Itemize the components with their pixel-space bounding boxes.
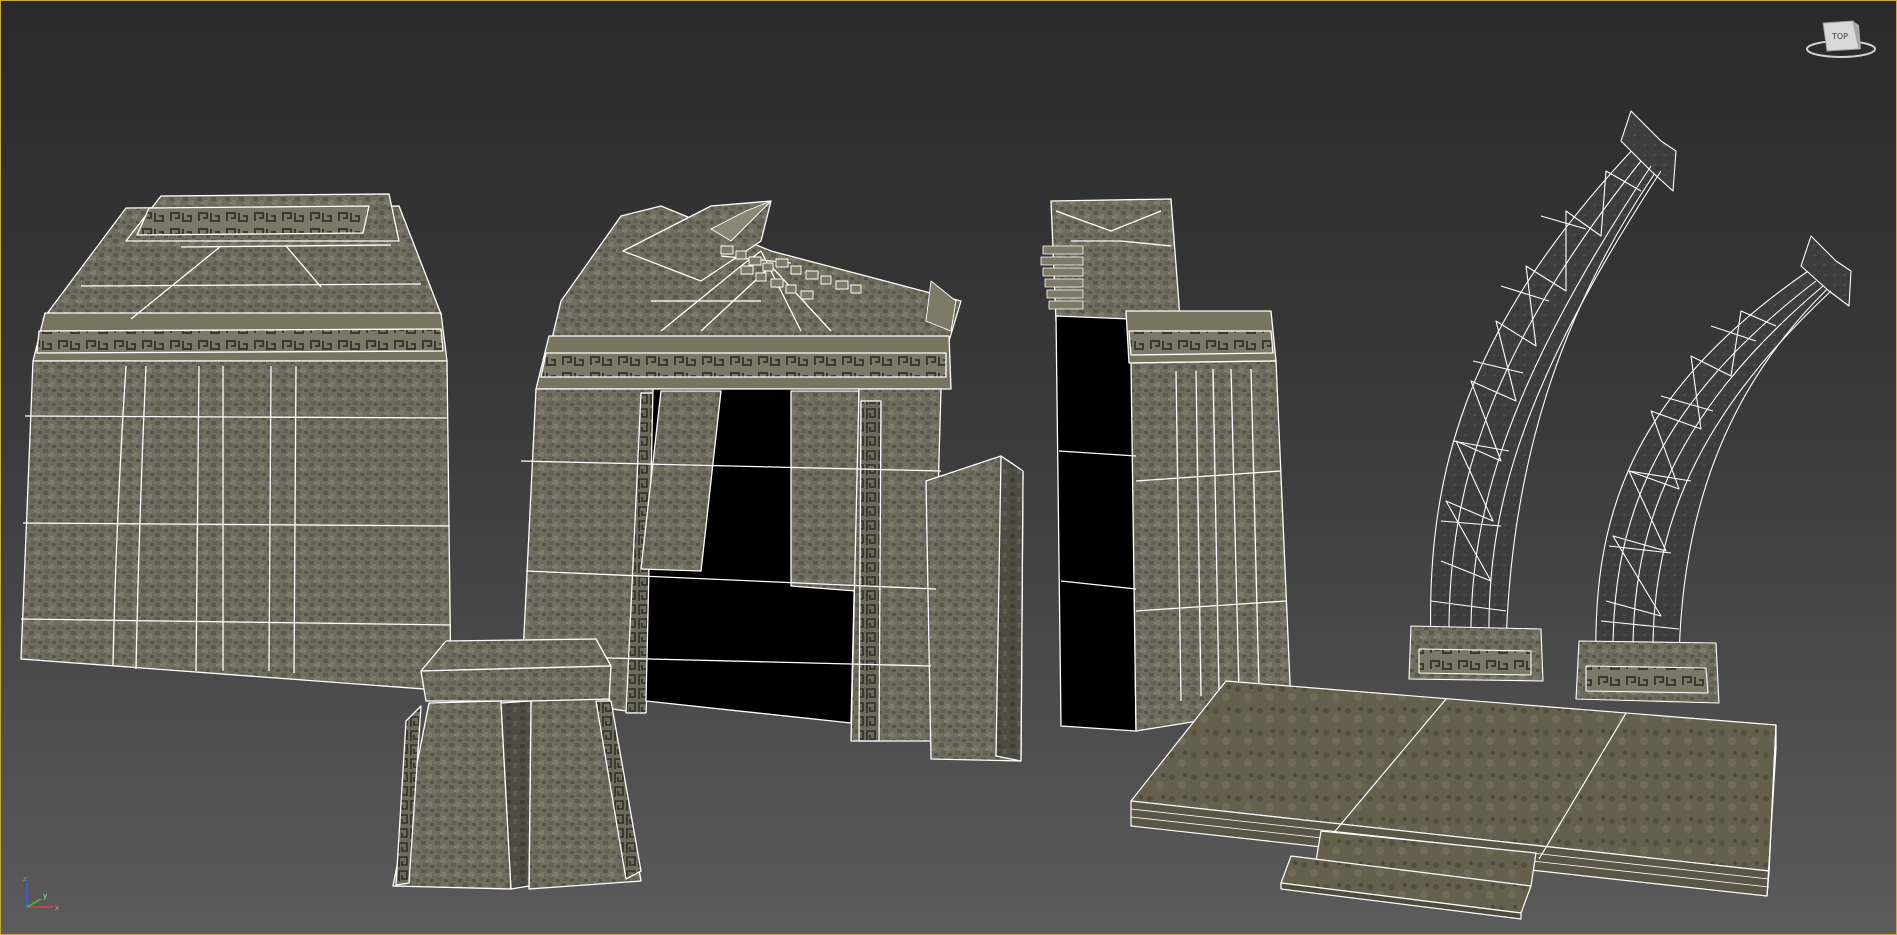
- viewcube-face-label: TOP: [1831, 32, 1848, 41]
- floor-slab[interactable]: [1130, 680, 1777, 920]
- 3d-viewport[interactable]: TOP z x y: [0, 0, 1897, 935]
- curved-pillar-short[interactable]: [1575, 235, 1852, 704]
- wall-block-left[interactable]: [20, 193, 452, 692]
- scene-canvas[interactable]: TOP z x y: [1, 1, 1896, 934]
- axis-gizmo: z x y: [23, 875, 59, 912]
- viewcube[interactable]: TOP: [1806, 20, 1876, 58]
- y-axis-icon: [26, 898, 42, 908]
- z-axis-label: z: [23, 875, 27, 883]
- pillar-segment[interactable]: [1040, 198, 1292, 732]
- x-axis-label: x: [55, 904, 59, 912]
- pedestal[interactable]: [392, 638, 642, 890]
- y-axis-label: y: [43, 892, 47, 900]
